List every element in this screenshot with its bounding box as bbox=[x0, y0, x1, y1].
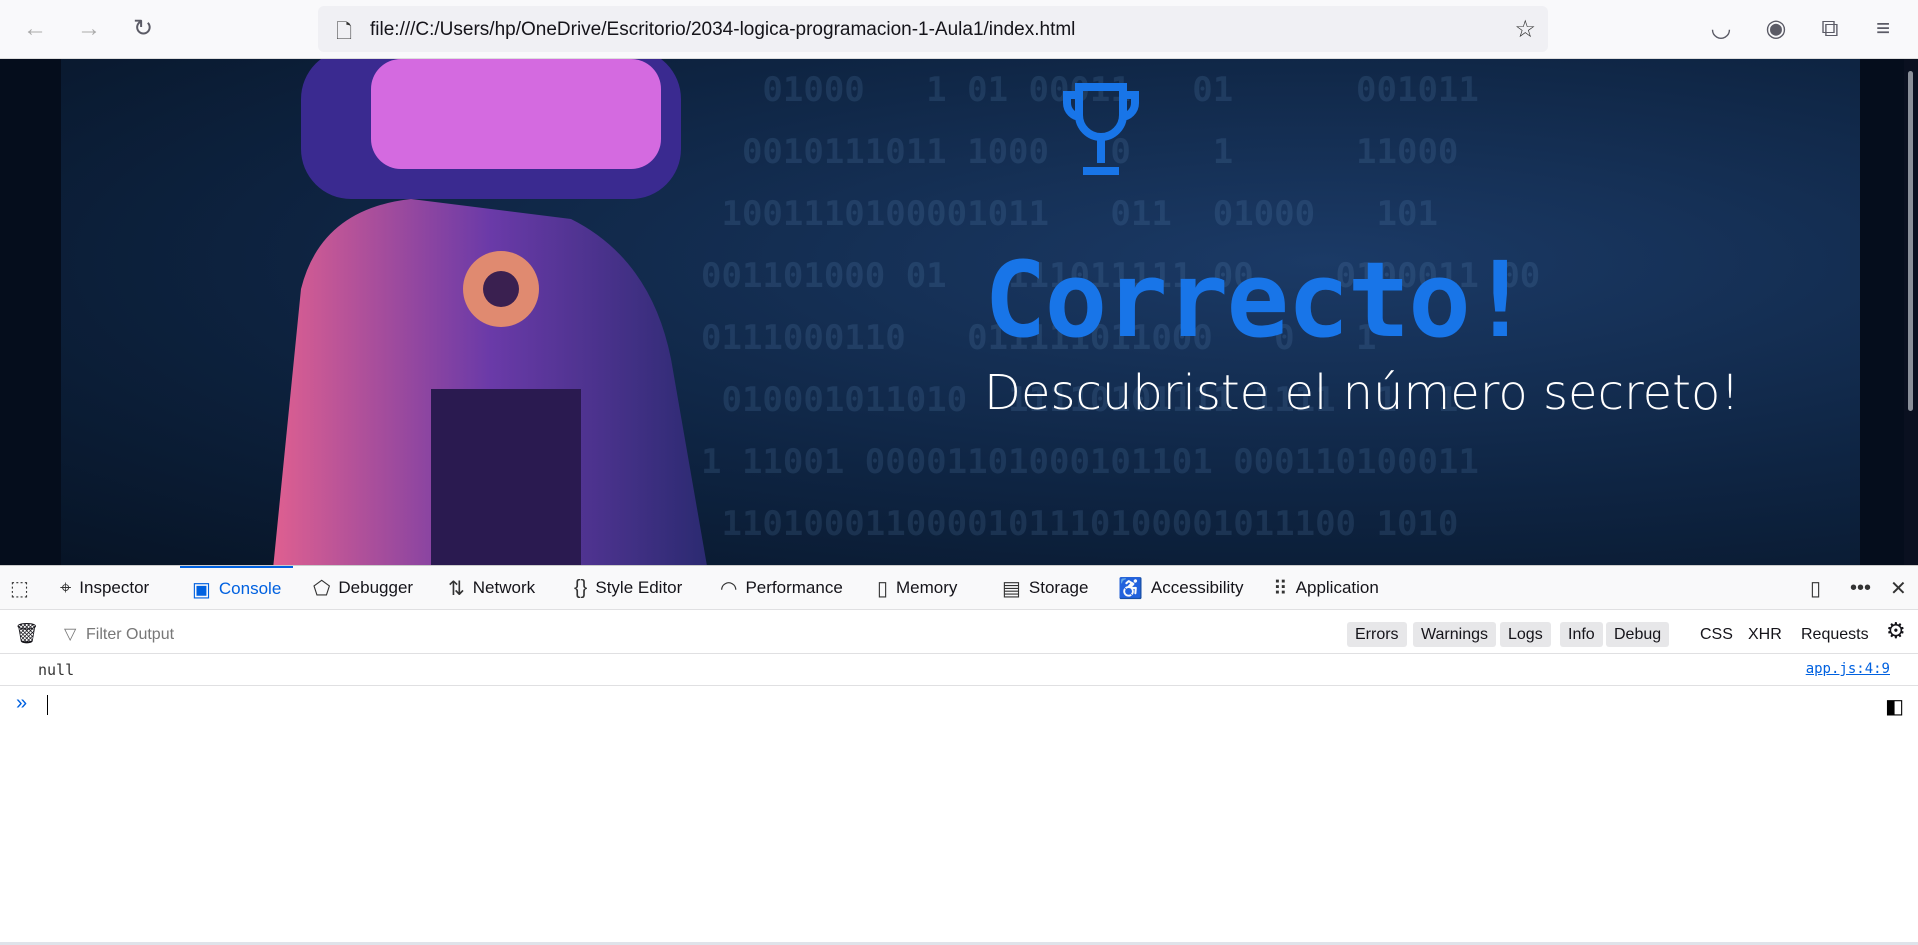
browser-toolbar: ← → ↻ 🗋 file:///C:/Users/hp/OneDrive/Esc… bbox=[0, 0, 1918, 59]
tab-label: Inspector bbox=[79, 578, 150, 597]
filter-info[interactable]: Info bbox=[1560, 622, 1603, 647]
astronaut-image bbox=[273, 59, 707, 565]
trash-icon[interactable]: 🗑 bbox=[14, 622, 39, 647]
tab-accessibility[interactable]: ♿ Accessibility bbox=[1118, 566, 1244, 610]
tab-inspector[interactable]: ⌖ Inspector bbox=[60, 566, 149, 610]
filter-debug[interactable]: Debug bbox=[1606, 622, 1670, 647]
message-text: null bbox=[38, 661, 75, 679]
address-bar[interactable]: 🗋 file:///C:/Users/hp/OneDrive/Escritori… bbox=[318, 6, 1548, 52]
filter-icon: ▽ bbox=[64, 626, 77, 643]
chip-icon: ▯ bbox=[877, 577, 889, 600]
console-icon: ▣ bbox=[192, 578, 211, 601]
more-options-icon[interactable]: ••• bbox=[1850, 566, 1871, 610]
tab-label: Application bbox=[1295, 578, 1379, 597]
message-source-link[interactable]: app.js:4:9 bbox=[1806, 661, 1890, 677]
braces-icon: {} bbox=[574, 576, 588, 599]
tab-storage[interactable]: ▤ Storage bbox=[1002, 566, 1088, 610]
tab-memory[interactable]: ▯ Memory bbox=[877, 566, 957, 610]
pocket-icon[interactable]: ◡ bbox=[1706, 14, 1736, 44]
filter-input[interactable]: Filter Output bbox=[86, 622, 174, 647]
bookmark-star-icon[interactable]: ☆ bbox=[1514, 15, 1536, 44]
trophy-icon bbox=[1063, 83, 1139, 175]
reload-button[interactable]: ↻ bbox=[128, 14, 158, 44]
console-filter-bar: 🗑 ▽ Filter Output Errors Warnings Logs I… bbox=[0, 610, 1918, 654]
filter-css[interactable]: CSS bbox=[1700, 622, 1733, 647]
tab-console[interactable]: ▣ Console bbox=[180, 566, 294, 610]
console-message: null app.js:4:9 bbox=[0, 654, 1918, 686]
forward-button[interactable]: → bbox=[74, 14, 104, 44]
tab-style-editor[interactable]: {} Style Editor bbox=[574, 566, 682, 610]
tab-label: Memory bbox=[896, 578, 958, 597]
tab-label: Accessibility bbox=[1150, 578, 1244, 597]
devtools-panel: ⬚ ⌖ Inspector ▣ Console ⬠ Debugger ⇅ Network… bbox=[0, 565, 1918, 945]
element-picker-icon[interactable]: ⬚ bbox=[10, 566, 29, 610]
network-icon: ⇅ bbox=[448, 577, 465, 600]
page-viewport: 01000 1 01 00011 01 001011 0010111011 10… bbox=[0, 59, 1918, 565]
tab-network[interactable]: ⇅ Network bbox=[448, 566, 535, 610]
tab-label: Network bbox=[472, 578, 536, 597]
debugger-icon: ⬠ bbox=[313, 577, 331, 600]
url-text: file:///C:/Users/hp/OneDrive/Escritorio/… bbox=[370, 19, 1076, 40]
settings-gear-icon[interactable]: ⚙ bbox=[1886, 618, 1906, 643]
tab-debugger[interactable]: ⬠ Debugger bbox=[313, 566, 413, 610]
account-icon[interactable]: ◉ bbox=[1761, 14, 1791, 44]
responsive-mode-icon[interactable]: ▯ bbox=[1810, 566, 1821, 610]
storage-icon: ▤ bbox=[1002, 577, 1021, 600]
filter-xhr[interactable]: XHR bbox=[1748, 622, 1782, 647]
page-content: 01000 1 01 00011 01 001011 0010111011 10… bbox=[61, 59, 1860, 565]
filter-requests[interactable]: Requests bbox=[1801, 622, 1869, 647]
tab-label: Console bbox=[218, 579, 282, 598]
editor-mode-icon[interactable]: ◧ bbox=[1885, 694, 1904, 719]
tab-performance[interactable]: ◠ Performance bbox=[720, 566, 843, 610]
accessibility-icon: ♿ bbox=[1118, 577, 1143, 600]
extensions-icon[interactable]: ⧉ bbox=[1815, 14, 1845, 44]
tab-application[interactable]: ⠿ Application bbox=[1273, 566, 1379, 610]
text-cursor bbox=[47, 695, 48, 715]
prompt-chevron-icon: » bbox=[16, 692, 28, 714]
console-input[interactable]: » ◧ bbox=[0, 686, 1918, 722]
close-devtools-icon[interactable]: ✕ bbox=[1890, 566, 1907, 610]
result-subtitle: Descubriste el número secreto! bbox=[984, 365, 1740, 421]
back-button[interactable]: ← bbox=[20, 14, 50, 44]
page-scrollbar[interactable] bbox=[1904, 59, 1918, 565]
result-title: Correcto! bbox=[984, 239, 1532, 361]
grid-icon: ⠿ bbox=[1273, 577, 1288, 600]
filter-warnings[interactable]: Warnings bbox=[1413, 622, 1496, 647]
tab-label: Debugger bbox=[338, 578, 414, 597]
tab-label: Storage bbox=[1028, 578, 1089, 597]
tab-label: Style Editor bbox=[595, 578, 683, 597]
devtools-tabbar: ⬚ ⌖ Inspector ▣ Console ⬠ Debugger ⇅ Network… bbox=[0, 566, 1918, 610]
inspector-icon: ⌖ bbox=[60, 576, 72, 599]
gauge-icon: ◠ bbox=[720, 577, 738, 600]
menu-icon[interactable]: ≡ bbox=[1868, 14, 1898, 44]
page-icon: 🗋 bbox=[336, 21, 353, 43]
tab-label: Performance bbox=[745, 578, 843, 597]
filter-errors[interactable]: Errors bbox=[1347, 622, 1407, 647]
filter-logs[interactable]: Logs bbox=[1500, 622, 1551, 647]
